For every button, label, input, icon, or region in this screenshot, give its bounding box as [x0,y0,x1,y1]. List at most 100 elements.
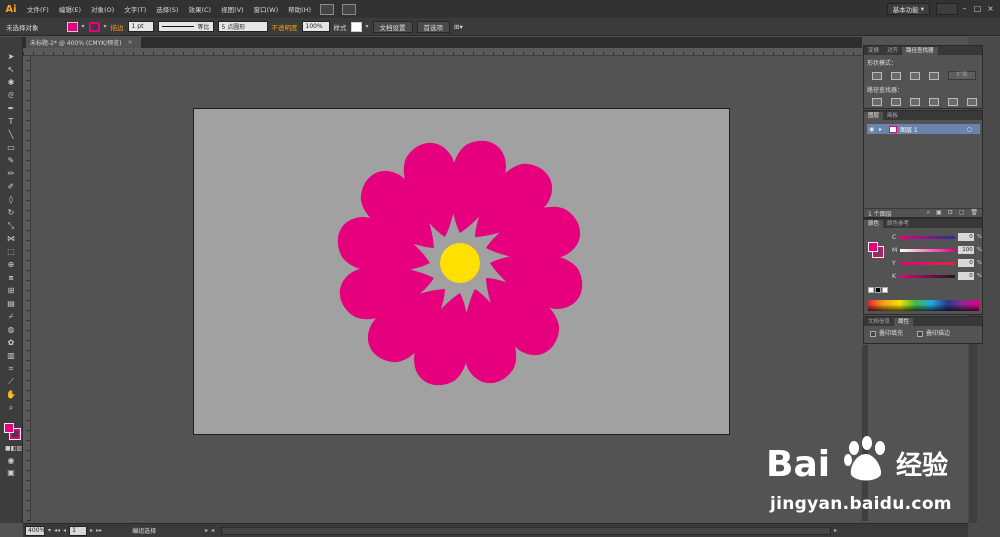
pen-tool-icon[interactable]: ✒ [5,103,17,114]
menu-object[interactable]: 对象(O) [86,4,119,14]
chevron-down-icon[interactable]: ▾ [48,527,51,534]
flower-center[interactable] [440,243,480,283]
white-swatch-icon[interactable] [882,287,888,293]
new-layer-icon[interactable]: ▢ [959,209,965,217]
scroll-left-icon[interactable]: ◂ [211,527,214,534]
black-slider[interactable]: K 0 % [892,271,982,281]
vertical-ruler[interactable] [23,56,31,521]
menu-edit[interactable]: 编辑(E) [54,4,86,14]
tab-color-guide[interactable]: 颜色参考 [883,220,913,228]
visibility-eye-icon[interactable]: ◉ [869,126,876,133]
magic-wand-icon[interactable]: ✱ [5,77,17,88]
stroke-swatch[interactable] [88,21,100,32]
color-spectrum[interactable] [868,300,979,311]
outline-icon[interactable] [948,98,958,106]
new-sublayer-icon[interactable]: ⊡ [948,209,953,217]
menu-window[interactable]: 窗口(W) [249,4,284,14]
arrange-documents-icon[interactable] [342,3,357,15]
column-graph-icon[interactable]: ▥ [5,350,17,361]
menu-view[interactable]: 视图(V) [216,4,249,14]
layer-row[interactable]: ◉ ▸ 图层 1 ○ [867,124,980,134]
trim-icon[interactable] [891,98,901,106]
paintbrush-icon[interactable]: ✎ [5,155,17,166]
locate-object-icon[interactable]: ⌕ [927,209,930,217]
tab-layers[interactable]: 图层 [864,112,884,120]
scale-icon[interactable]: ⤡ [5,220,17,231]
slice-tool-icon[interactable]: ⟋ [5,376,17,387]
fill-color-swatch[interactable] [4,423,14,433]
yellow-slider[interactable]: Y 0 % [892,258,982,268]
eyedropper-icon[interactable]: ⌿ [5,311,17,322]
chevron-down-icon[interactable]: ▾ [366,23,369,30]
scroll-right-icon[interactable]: ▸ [834,527,837,534]
chevron-down-icon[interactable]: ▾ [104,23,107,30]
bridge-icon[interactable] [320,3,335,15]
opacity-field[interactable]: 100% [301,21,330,32]
maximize-icon[interactable]: □ [972,3,983,14]
expand-button[interactable]: 扩展 [948,71,976,80]
layer-name[interactable]: 图层 1 [900,125,918,134]
menu-select[interactable]: 选择(S) [151,4,183,14]
document-tab[interactable]: 未标题-2* @ 400% (CMYK/预览) × [26,37,141,48]
menu-type[interactable]: 文字(T) [119,4,151,14]
next-artboard-icon[interactable]: ▸ [90,527,93,534]
artboard-tool-icon[interactable]: ⌗ [5,363,17,374]
blend-icon[interactable]: ◍ [5,324,17,335]
menu-effect[interactable]: 效果(C) [183,4,216,14]
tab-artboards[interactable]: 画板 [883,112,902,120]
chevron-down-icon[interactable]: ▾ [82,23,85,30]
document-setup-button[interactable]: 文档设置 [372,20,413,33]
eraser-icon[interactable]: ◊ [5,194,17,205]
tab-color[interactable]: 颜色 [864,220,884,228]
close-icon[interactable]: × [985,3,996,14]
clipping-mask-icon[interactable]: ▣ [936,209,942,217]
width-tool-icon[interactable]: ⋈ [5,233,17,244]
flower-group[interactable] [331,134,589,392]
hand-tool-icon[interactable]: ✋ [5,389,17,400]
crop-icon[interactable] [929,98,939,106]
rectangle-tool-icon[interactable]: ▭ [5,142,17,153]
status-menu-icon[interactable]: ▸ [205,527,208,534]
cyan-slider[interactable]: C 0 % [892,232,982,242]
unite-icon[interactable] [872,71,882,80]
variable-width-profile[interactable]: 等比 [157,21,214,32]
align-menu-icon[interactable]: ⊞▾ [454,23,463,31]
graphic-style-swatch[interactable] [350,21,362,32]
black-value[interactable]: 0 [958,272,974,280]
opacity-label[interactable]: 不透明度 [272,22,298,32]
tab-transform[interactable]: 变换 [864,47,883,55]
overprint-fill-checkbox[interactable]: 叠印填充 [870,328,903,337]
exclude-icon[interactable] [929,71,939,80]
minus-front-icon[interactable] [891,71,901,80]
preferences-button[interactable]: 首选项 [416,20,451,33]
search-input[interactable] [936,3,958,15]
lasso-icon[interactable]: ᘓ [5,90,17,101]
cyan-value[interactable]: 0 [958,233,974,241]
close-tab-icon[interactable]: × [128,39,133,46]
rotate-icon[interactable]: ↻ [5,207,17,218]
mesh-icon[interactable]: ⊞ [5,285,17,296]
artboard[interactable] [193,108,730,435]
overprint-stroke-checkbox[interactable]: 叠印描边 [917,328,950,337]
artboard-number-field[interactable]: 1 [69,525,88,536]
none-swatch-icon[interactable] [868,287,874,293]
screen-mode-icon[interactable]: ▣ [5,467,17,478]
shape-builder-icon[interactable]: ⊕ [5,259,17,270]
workspace-switcher[interactable]: 基本功能 ▾ [886,3,930,15]
free-transform-icon[interactable]: ⬚ [5,246,17,257]
stroke-label[interactable]: 描边 [111,22,124,32]
prev-artboard-icon[interactable]: ◂ [63,527,66,534]
menu-help[interactable]: 帮助(H) [283,4,316,14]
target-circle-icon[interactable]: ○ [967,126,972,133]
drawing-mode-icon[interactable]: ◉ [5,455,17,466]
blob-brush-icon[interactable]: ✐ [5,181,17,192]
perspective-grid-icon[interactable]: ⧈ [5,272,17,283]
tab-document-info[interactable]: 文档信息 [864,318,894,326]
yellow-value[interactable]: 0 [958,259,974,267]
magenta-value[interactable]: 100 [958,246,974,254]
flower-artwork[interactable] [194,109,731,436]
trash-icon[interactable]: 🗑 [970,209,978,217]
fill-swatch[interactable] [66,21,78,32]
minus-back-icon[interactable] [967,98,977,106]
merge-icon[interactable] [910,98,920,106]
